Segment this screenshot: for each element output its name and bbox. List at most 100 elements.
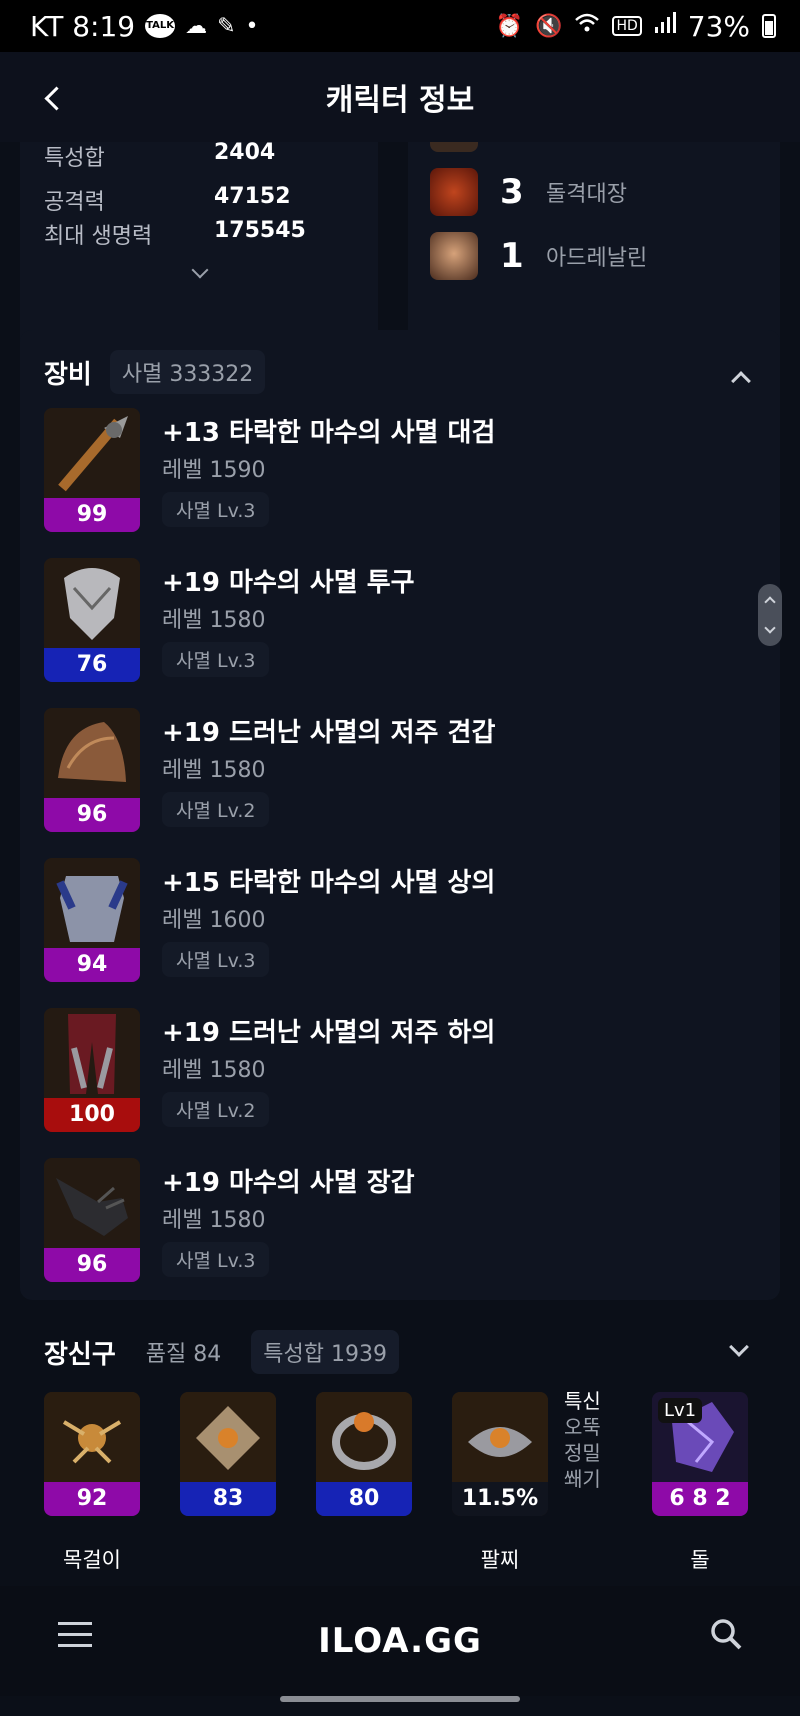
- item-name: +13 타락한 마수의 사멸 대검: [162, 418, 496, 448]
- quality-chip: 품질 84: [145, 1342, 222, 1367]
- collapse-equipment-icon[interactable]: [731, 371, 751, 391]
- item-name: +19 마수의 사멸 장갑: [162, 1168, 415, 1198]
- ring-icon: [316, 1392, 412, 1482]
- menu-icon: [58, 1633, 92, 1636]
- site-logo[interactable]: ILOA.GG: [318, 1621, 482, 1661]
- accessory-earring[interactable]: 83: [180, 1392, 276, 1516]
- accessory-label: 팔찌: [480, 1548, 520, 1572]
- signal-icon: [654, 12, 676, 40]
- item-thumbnail: 100: [44, 1008, 140, 1132]
- earring-icon: [180, 1392, 276, 1482]
- stat-value: 175545: [214, 218, 306, 243]
- item-level: 레벨 1590: [162, 458, 266, 483]
- item-set-tag: 사멸 Lv.2: [162, 792, 270, 827]
- content-scroll[interactable]: 특성합 2404 공격력 47152 최대 생명력 175545 3 돌격대장 …: [0, 142, 800, 1582]
- dot-icon: •: [245, 13, 259, 39]
- accessory-label: 돌: [690, 1548, 710, 1572]
- item-quality: 76: [44, 648, 140, 682]
- cloud-icon: ☁: [185, 13, 208, 39]
- gloves-icon: [44, 1158, 140, 1248]
- stat-label: 최대 생명력: [44, 224, 153, 249]
- accessory-quality: 83: [180, 1482, 276, 1516]
- carrier-time: KT 8:19: [30, 9, 136, 43]
- stat-value: 47152: [214, 184, 291, 209]
- equipment-item[interactable]: 94 +15 타락한 마수의 사멸 상의 레벨 1600 사멸 Lv.3: [44, 858, 744, 982]
- back-button[interactable]: [32, 78, 72, 118]
- status-bar: KT 8:19 TALK ☁ ✎ • ⏰ 🔇 HD 73%: [0, 0, 800, 52]
- engraving-row: [430, 142, 478, 152]
- app-header: 캐릭터 정보: [0, 52, 800, 142]
- battery-icon: [762, 14, 776, 38]
- accessory-ring[interactable]: 80: [316, 1392, 412, 1516]
- set-chip: 사멸 333322: [109, 350, 266, 394]
- bracelet-effect: 정밀: [564, 1441, 601, 1465]
- bottom-nav: ILOA.GG: [0, 1586, 800, 1696]
- menu-button[interactable]: [58, 1622, 92, 1648]
- menu-icon: [58, 1622, 92, 1625]
- bracelet-effect: 특신: [564, 1389, 601, 1413]
- shoulder-icon: [44, 708, 140, 798]
- item-set-tag: 사멸 Lv.3: [162, 1242, 270, 1277]
- item-quality: 96: [44, 1248, 140, 1282]
- item-set-tag: 사멸 Lv.2: [162, 1092, 270, 1127]
- item-quality: 99: [44, 498, 140, 532]
- chest-armor-icon: [44, 858, 140, 948]
- bracelet-effect: 쐐기: [564, 1467, 601, 1491]
- item-level: 레벨 1580: [162, 758, 266, 783]
- accessory-quality: 92: [44, 1482, 140, 1516]
- item-quality: 96: [44, 798, 140, 832]
- equipment-item[interactable]: 76 +19 마수의 사멸 투구 레벨 1580 사멸 Lv.3: [44, 558, 744, 682]
- accessory-bracelet[interactable]: 11.5%: [452, 1392, 548, 1516]
- scrollbar-handle[interactable]: [758, 584, 782, 646]
- helmet-icon: [44, 558, 140, 648]
- engraving-row: 3 돌격대장: [430, 168, 627, 216]
- home-indicator[interactable]: [280, 1696, 520, 1702]
- engraving-icon: [430, 142, 478, 152]
- page-title: 캐릭터 정보: [325, 83, 475, 118]
- item-set-tag: 사멸 Lv.3: [162, 642, 270, 677]
- item-thumbnail: 99: [44, 408, 140, 532]
- accessory-necklace[interactable]: 92: [44, 1392, 140, 1516]
- engraving-name: 아드레날린: [546, 246, 648, 271]
- item-set-tag: 사멸 Lv.3: [162, 492, 270, 527]
- menu-icon: [58, 1644, 92, 1647]
- item-thumbnail: 96: [44, 708, 140, 832]
- accessory-quality: 6 8 2: [652, 1482, 748, 1516]
- stone-level-badge: Lv1: [658, 1398, 703, 1423]
- equipment-item[interactable]: 96 +19 마수의 사멸 장갑 레벨 1580 사멸 Lv.3: [44, 1158, 744, 1282]
- bracelet-effect: 오뚝: [564, 1415, 601, 1439]
- item-thumbnail: 76: [44, 558, 140, 682]
- mute-icon: 🔇: [535, 13, 563, 39]
- expand-stats-icon[interactable]: [191, 261, 209, 279]
- expand-accessories-icon[interactable]: [729, 1337, 749, 1357]
- item-level: 레벨 1580: [162, 608, 266, 633]
- accessory-label: 목걸이: [63, 1548, 121, 1572]
- equipment-item[interactable]: 100 +19 드러난 사멸의 저주 하의 레벨 1580 사멸 Lv.2: [44, 1008, 744, 1132]
- accessory-ability-stone[interactable]: Lv1 6 8 2: [652, 1392, 748, 1516]
- equipment-item[interactable]: 99 +13 타락한 마수의 사멸 대검 레벨 1590 사멸 Lv.3: [44, 408, 744, 532]
- item-name: +19 드러난 사멸의 저주 견갑: [162, 718, 496, 748]
- hd-icon: HD: [612, 16, 642, 36]
- section-title: 장신구: [44, 1339, 116, 1370]
- search-button[interactable]: [708, 1616, 744, 1652]
- engraving-level: 3: [500, 172, 524, 212]
- stat-value: 2404: [214, 142, 276, 165]
- pants-icon: [44, 1008, 140, 1098]
- stat-label: 공격력: [44, 190, 105, 215]
- item-quality: 100: [44, 1098, 140, 1132]
- item-name: +15 타락한 마수의 사멸 상의: [162, 868, 496, 898]
- equipment-item[interactable]: 96 +19 드러난 사멸의 저주 견갑 레벨 1580 사멸 Lv.2: [44, 708, 744, 832]
- accessories-section: 장신구 품질 84 특성합 1939 92 목걸이 83 80 11.5% 팔찌…: [20, 1322, 780, 1582]
- kakaotalk-icon: TALK: [145, 14, 176, 38]
- necklace-icon: [44, 1392, 140, 1482]
- accessory-quality: 80: [316, 1482, 412, 1516]
- stat-row: 특성합 2404: [44, 142, 275, 172]
- bracelet-icon: [452, 1392, 548, 1482]
- bracelet-effects: 특신 오뚝 정밀 쐐기: [564, 1388, 601, 1492]
- edit-icon: ✎: [217, 13, 236, 39]
- engraving-row: 1 아드레날린: [430, 232, 647, 280]
- search-icon: [711, 1619, 742, 1650]
- item-name: +19 드러난 사멸의 저주 하의: [162, 1018, 496, 1048]
- wifi-icon: [574, 12, 600, 40]
- equipment-header: 장비 사멸 333322: [44, 350, 266, 394]
